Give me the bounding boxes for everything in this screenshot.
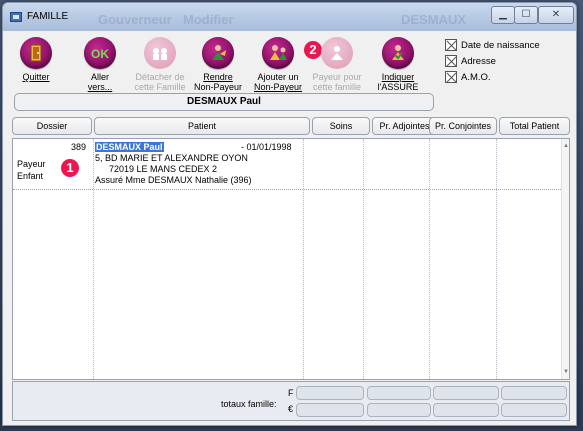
close-button[interactable]: ✕ [538, 6, 574, 24]
role-payeur: Payeur [17, 159, 46, 169]
date-naissance-label: Date de naissance [461, 40, 540, 51]
birth-date: - 01/01/1998 [241, 142, 292, 152]
insured-person-icon [382, 37, 414, 69]
annotation-badge-one: 1 [61, 159, 79, 177]
ghost-text: Gouverneur [98, 12, 172, 27]
role-enfant: Enfant [17, 171, 44, 181]
checkbox-box[interactable] [445, 55, 457, 67]
currency-euro: € [288, 404, 294, 414]
detacher-label-2: cette Famille [134, 82, 186, 92]
family-name-bar: DESMAUX Paul [14, 93, 434, 111]
scroll-down-icon[interactable]: ▼ [563, 369, 569, 375]
aller-vers-label-2: vers... [87, 82, 113, 92]
ajouter-label-2: Non-Payeur [253, 82, 303, 92]
indiquer-label-1: Indiquer [381, 72, 415, 82]
header-dossier[interactable]: Dossier [12, 117, 92, 135]
quitter-button[interactable]: Quitter [7, 37, 65, 82]
svg-text:OK: OK [91, 47, 109, 61]
totals-label: totaux famille: [221, 399, 277, 409]
indiquer-label-2: l'ASSURE [377, 82, 419, 92]
total-conjointes-euro [433, 403, 499, 417]
ghost-text: Modifier [183, 12, 234, 27]
total-soins-f [296, 386, 364, 400]
minimize-button[interactable]: ▁ [491, 6, 515, 24]
payer-family-icon [321, 37, 353, 69]
title-bar[interactable]: FAMILLE Gouverneur Modifier DESMAUX ▁ ☐ … [3, 3, 576, 31]
aller-vers-button[interactable]: OK Aller vers... [71, 37, 129, 92]
display-options: Date de naissance Adresse A.M.O. [445, 39, 540, 87]
rendre-non-payeur-button[interactable]: Rendre Non-Payeur [189, 37, 247, 92]
maximize-button[interactable]: ☐ [514, 6, 538, 24]
header-total-patient[interactable]: Total Patient [499, 117, 570, 135]
add-person-icon [262, 37, 294, 69]
total-patient-euro [501, 403, 567, 417]
ajouter-non-payeur-button[interactable]: Ajouter un Non-Payeur [249, 37, 307, 92]
totals-footer: totaux famille: F € [12, 381, 570, 421]
address-line-2: 72019 LE MANS CEDEX 2 [109, 164, 218, 174]
person-arrow-icon [202, 37, 234, 69]
amo-checkbox[interactable]: A.M.O. [445, 71, 540, 87]
patients-table[interactable]: 389 Payeur Enfant 1 DESMAUX Paul - 01/01… [12, 138, 570, 380]
header-pr-adjointes[interactable]: Pr. Adjointes [372, 117, 437, 135]
payeur-label-2: cette famille [312, 82, 362, 92]
famille-window: FAMILLE Gouverneur Modifier DESMAUX ▁ ☐ … [2, 2, 577, 426]
ajouter-label-1: Ajouter un [257, 72, 299, 82]
rendre-label-1: Rendre [203, 72, 233, 82]
rendre-label-2: Non-Payeur [193, 82, 243, 92]
detacher-button[interactable]: Détacher de cette Famille [131, 37, 189, 92]
checkbox-box[interactable] [445, 39, 457, 51]
window-icon [10, 12, 22, 22]
total-adjointes-f [367, 386, 431, 400]
total-conjointes-f [433, 386, 499, 400]
checkbox-box[interactable] [445, 71, 457, 83]
column-headers: Dossier Patient Soins Pr. Adjointes Pr. … [12, 117, 570, 135]
header-pr-conjointes[interactable]: Pr. Conjointes [429, 117, 497, 135]
dossier-number: 389 [71, 142, 87, 152]
patient-name[interactable]: DESMAUX Paul [95, 142, 164, 152]
adresse-checkbox[interactable]: Adresse [445, 55, 540, 71]
quitter-label: Quitter [22, 72, 50, 82]
address-line-1: 5, BD MARIE ET ALEXANDRE OYON [95, 153, 248, 163]
total-soins-euro [296, 403, 364, 417]
ok-icon: OK [84, 37, 116, 69]
total-patient-f [501, 386, 567, 400]
aller-vers-label-1: Aller [90, 72, 109, 82]
vertical-scrollbar[interactable]: ▲ ▼ [561, 139, 569, 379]
detacher-label-1: Détacher de [135, 72, 185, 82]
total-adjointes-euro [367, 403, 431, 417]
scroll-up-icon[interactable]: ▲ [563, 143, 569, 149]
date-naissance-checkbox[interactable]: Date de naissance [445, 39, 540, 55]
detach-family-icon [144, 37, 176, 69]
window-title: FAMILLE [27, 11, 69, 22]
header-soins[interactable]: Soins [312, 117, 370, 135]
amo-label: A.M.O. [461, 72, 491, 83]
indiquer-assure-button[interactable]: Indiquer l'ASSURE [369, 37, 427, 92]
adresse-label: Adresse [461, 56, 496, 67]
ghost-text: DESMAUX [401, 12, 467, 27]
insured-info: Assuré Mme DESMAUX Nathalie (396) [95, 175, 252, 185]
payeur-famille-button[interactable]: Payeur pour cette famille [308, 37, 366, 92]
door-exit-icon [20, 37, 52, 69]
header-patient[interactable]: Patient [94, 117, 310, 135]
payeur-label-1: Payeur pour [312, 72, 362, 82]
currency-f: F [288, 388, 294, 398]
toolbar: Quitter OK Aller vers... Détacher de cette… [3, 31, 576, 93]
